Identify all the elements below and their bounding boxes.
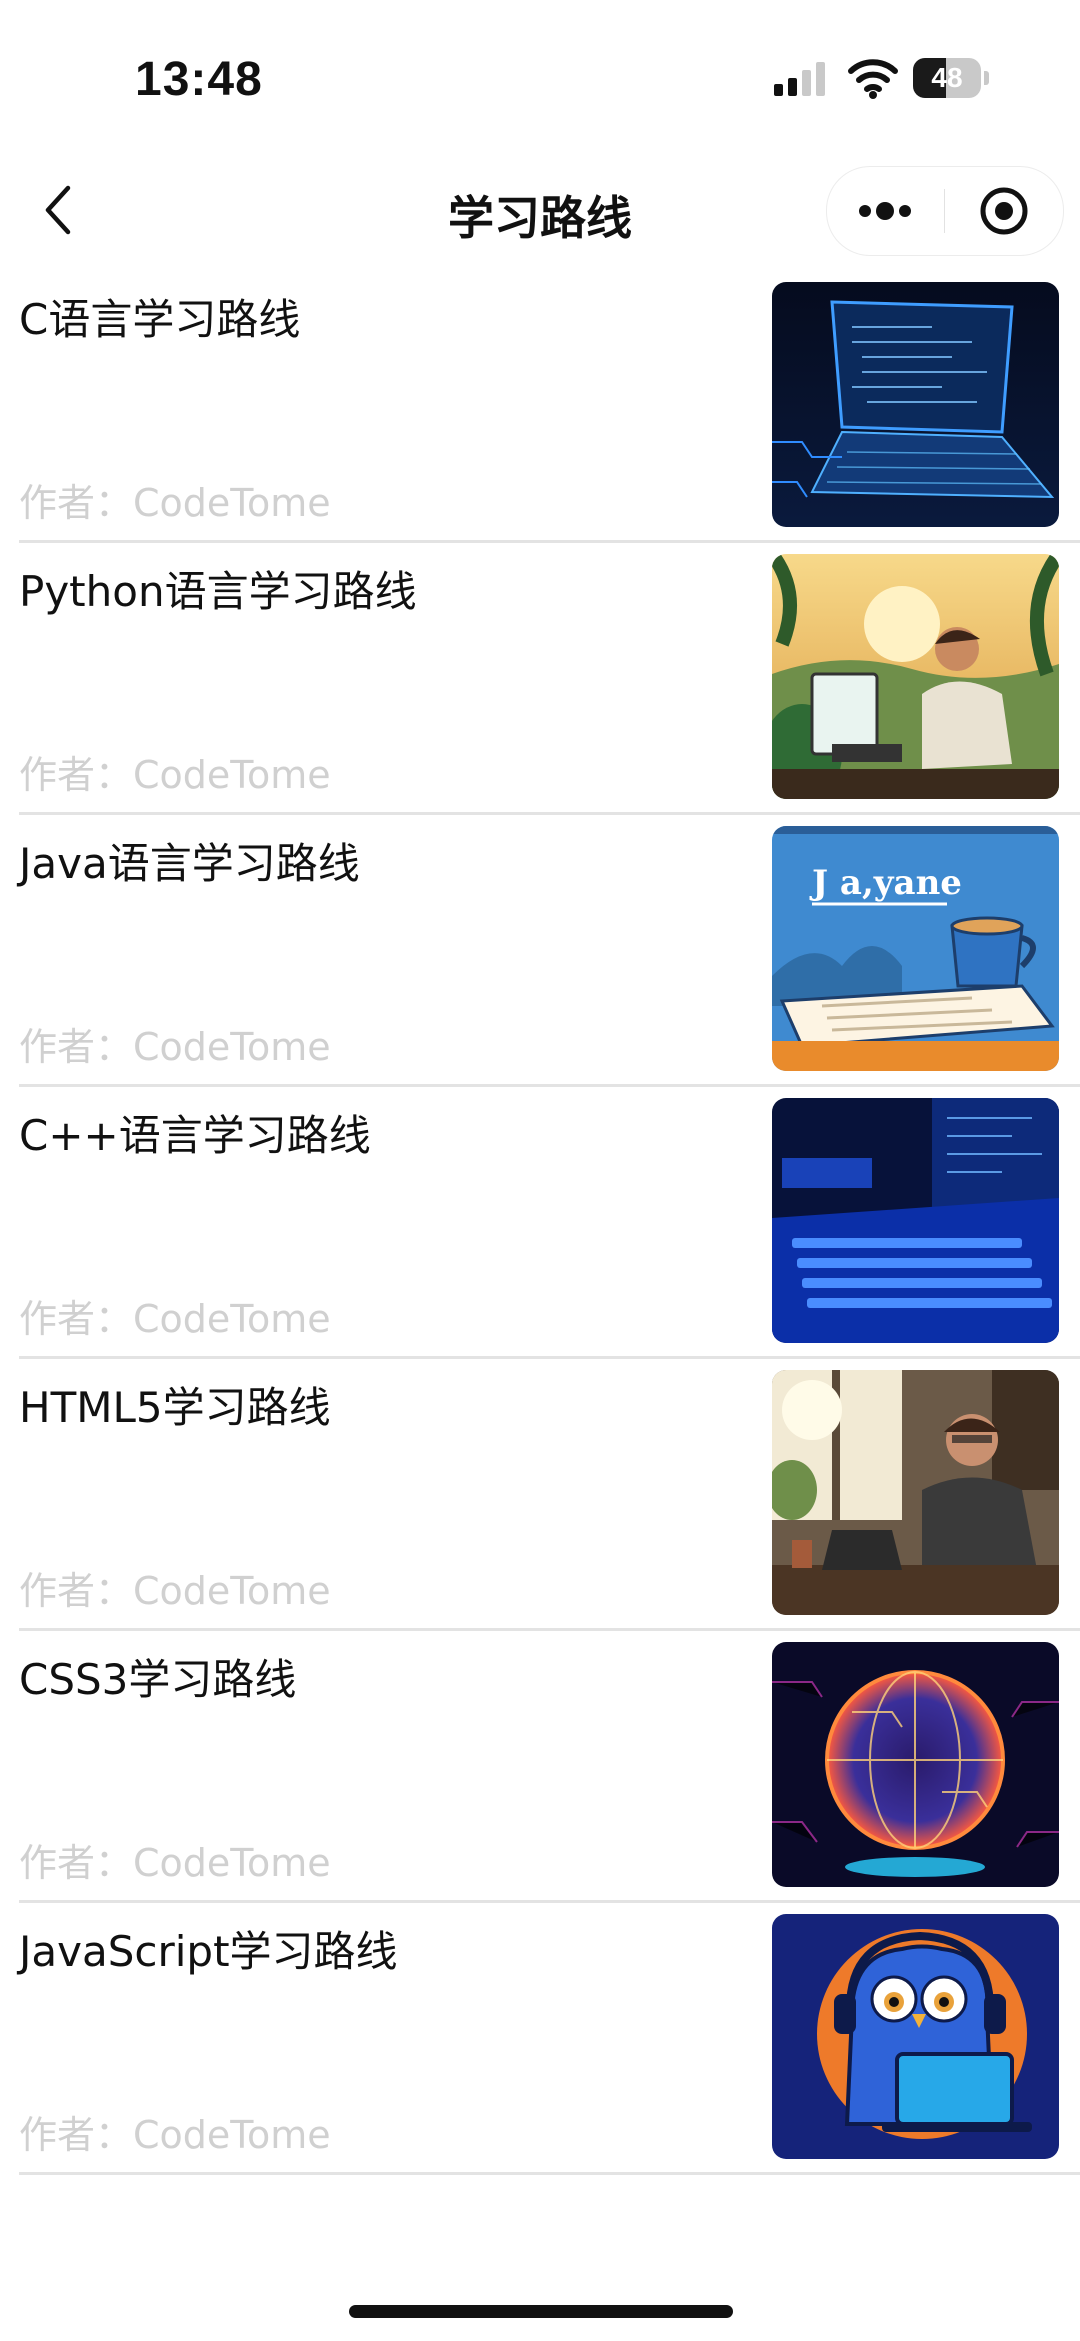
circuit-globe-image bbox=[772, 1642, 1059, 1887]
item-title: Python语言学习路线 bbox=[19, 567, 417, 616]
list-item[interactable]: Java语言学习路线 作者：CodeTome J a,yane bbox=[0, 816, 1080, 1088]
list-item[interactable]: Python语言学习路线 作者：CodeTome bbox=[0, 544, 1080, 816]
list-item[interactable]: CSS3学习路线 作者：CodeTome bbox=[0, 1632, 1080, 1904]
cellular-signal-icon bbox=[774, 62, 830, 100]
status-bar: 13:48 48 bbox=[0, 0, 1080, 150]
item-title: C语言学习路线 bbox=[19, 295, 301, 344]
home-indicator[interactable] bbox=[349, 2305, 733, 2318]
target-close-icon[interactable] bbox=[945, 167, 1063, 255]
divider bbox=[19, 1628, 1080, 1631]
divider bbox=[19, 2172, 1080, 2175]
blue-keyboard-image bbox=[772, 1098, 1059, 1343]
more-dots-icon[interactable] bbox=[827, 167, 944, 255]
java-thumb-text: J a,yane bbox=[809, 863, 962, 903]
list-item[interactable]: HTML5学习路线 作者：CodeTome bbox=[0, 1360, 1080, 1632]
item-author: 作者：CodeTome bbox=[19, 1297, 331, 1341]
item-author: 作者：CodeTome bbox=[19, 1569, 331, 1613]
list-item[interactable]: JavaScript学习路线 作者：CodeTome bbox=[0, 1904, 1080, 2176]
item-title: CSS3学习路线 bbox=[19, 1655, 297, 1704]
list-item[interactable]: C++语言学习路线 作者：CodeTome bbox=[0, 1088, 1080, 1360]
learning-path-list: C语言学习路线 作者：CodeTome Python语言学习路线 作者：Code… bbox=[0, 272, 1080, 2176]
mini-program-capsule bbox=[826, 166, 1064, 256]
divider bbox=[19, 812, 1080, 815]
nav-bar: 学习路线 bbox=[0, 160, 1080, 260]
java-coffee-image: J a,yane bbox=[772, 826, 1059, 1071]
item-title: C++语言学习路线 bbox=[19, 1111, 371, 1160]
list-item[interactable]: C语言学习路线 作者：CodeTome bbox=[0, 272, 1080, 544]
item-title: Java语言学习路线 bbox=[19, 839, 360, 888]
item-author: 作者：CodeTome bbox=[19, 481, 331, 525]
divider bbox=[19, 540, 1080, 543]
battery-level: 48 bbox=[931, 62, 963, 93]
wifi-icon bbox=[848, 56, 898, 100]
item-author: 作者：CodeTome bbox=[19, 753, 331, 797]
item-author: 作者：CodeTome bbox=[19, 1025, 331, 1069]
item-title: HTML5学习路线 bbox=[19, 1383, 331, 1432]
item-author: 作者：CodeTome bbox=[19, 2113, 331, 2157]
battery-icon: 48 bbox=[913, 58, 989, 98]
status-time: 13:48 bbox=[135, 53, 263, 106]
owl-laptop-image bbox=[772, 1914, 1059, 2159]
laptop-code-neon-image bbox=[772, 282, 1059, 527]
item-title: JavaScript学习路线 bbox=[19, 1927, 398, 1976]
item-author: 作者：CodeTome bbox=[19, 1841, 331, 1885]
developer-window-image bbox=[772, 1370, 1059, 1615]
programmer-jungle-image bbox=[772, 554, 1059, 799]
divider bbox=[19, 1084, 1080, 1087]
divider bbox=[19, 1356, 1080, 1359]
divider bbox=[19, 1900, 1080, 1903]
